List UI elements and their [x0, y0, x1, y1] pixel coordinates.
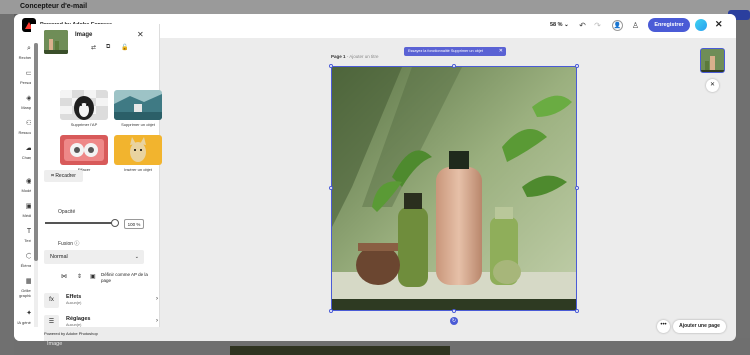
image-thumbnail	[44, 30, 68, 54]
background-left	[0, 14, 14, 355]
background-bottom-label: Image	[47, 341, 63, 347]
duplicate-icon[interactable]: ⧉	[106, 44, 110, 51]
resize-handle[interactable]	[329, 64, 333, 68]
background-bottom-bar	[230, 346, 450, 355]
effects-icon: fx	[44, 293, 59, 308]
opacity-label: Opacité	[58, 209, 76, 215]
crop-button[interactable]: ⌗ Recadrer	[44, 170, 83, 182]
opacity-input[interactable]: 100 %	[124, 219, 144, 229]
rotate-handle-icon[interactable]: ↻	[450, 317, 458, 325]
remove-object-tip[interactable]: Essayez la fonctionnalité Supprimer un o…	[404, 47, 506, 56]
panel-close-icon[interactable]: ✕	[137, 30, 144, 39]
add-page-button[interactable]: Ajouter une page	[673, 320, 726, 333]
crop-icon: ⌗	[51, 173, 54, 179]
resize-handle[interactable]	[329, 309, 333, 313]
chevron-right-icon: ›	[156, 296, 158, 302]
chevron-down-icon: ⌄	[134, 254, 139, 260]
page-label[interactable]: Page 1 - Ajouter un titre	[331, 54, 379, 59]
adjustments-icon: ☰	[44, 315, 59, 330]
background-title: Concepteur d'e-mail	[20, 3, 88, 10]
resize-handle[interactable]	[575, 186, 579, 190]
tip-close-icon[interactable]: ✕	[499, 47, 503, 56]
remove-background-label: Supprimer l'AP	[70, 122, 98, 127]
save-button[interactable]: Enregistrer	[648, 18, 690, 32]
panel-title: Image	[75, 32, 93, 38]
remove-background-tile[interactable]	[60, 90, 108, 120]
product-image[interactable]	[331, 66, 577, 311]
resize-handle[interactable]	[575, 64, 579, 68]
insert-object-label: Insérer un objet	[124, 167, 152, 172]
set-background-icon[interactable]: ▣	[90, 273, 96, 280]
resize-handle[interactable]	[329, 186, 333, 190]
background-right	[736, 14, 750, 355]
invite-user-icon[interactable]: 👤	[612, 20, 623, 31]
flip-vertical-icon[interactable]: ⇕	[77, 273, 82, 280]
erase-tile[interactable]	[60, 135, 108, 165]
resize-handle[interactable]	[575, 309, 579, 313]
remove-object-label: Supprimer un objet	[121, 122, 155, 127]
remove-object-tile[interactable]	[114, 90, 162, 120]
flip-horizontal-icon[interactable]: ⋈	[61, 273, 67, 280]
zoom-dropdown[interactable]: 58 % ⌄	[550, 22, 569, 28]
effects-row[interactable]: fx Effets Aucun(e) ›	[44, 293, 162, 311]
close-pages-icon[interactable]: ✕	[706, 79, 719, 92]
page-thumbnail[interactable]	[700, 48, 725, 73]
panel-footer: Powered by Adobe Photoshop	[44, 331, 98, 336]
panel-scrollbar-thumb[interactable]	[34, 43, 38, 261]
resize-handle[interactable]	[452, 309, 456, 313]
blend-label: Fusion ⓘ	[58, 241, 80, 247]
set-as-background-label[interactable]: Définir comme AP de la page	[101, 272, 156, 283]
replace-image-icon[interactable]: ⇄	[91, 44, 96, 51]
background-header	[0, 0, 750, 14]
chevron-down-icon: ⌄	[564, 22, 569, 28]
lock-icon[interactable]: 🔓	[121, 44, 128, 51]
share-icon[interactable]: ♙	[630, 20, 641, 31]
undo-icon[interactable]: ↶	[577, 20, 588, 31]
more-options-icon[interactable]: •••	[657, 320, 670, 333]
avatar[interactable]	[695, 19, 707, 31]
opacity-slider-track[interactable]	[45, 222, 115, 224]
blend-mode-select[interactable]: Normal ⌄	[44, 250, 144, 264]
resize-handle[interactable]	[452, 64, 456, 68]
close-icon[interactable]: ✕	[715, 19, 723, 30]
opacity-slider-knob[interactable]	[111, 219, 119, 227]
insert-object-tile[interactable]	[114, 135, 162, 165]
redo-icon[interactable]: ↷	[592, 20, 603, 31]
chevron-right-icon: ›	[156, 318, 158, 324]
info-icon: ⓘ	[74, 241, 80, 247]
